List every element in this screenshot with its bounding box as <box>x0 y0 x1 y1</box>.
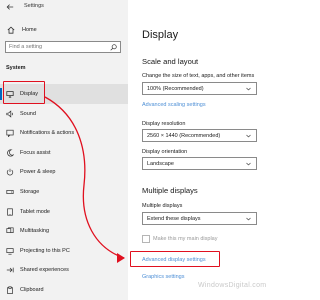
clipboard-icon <box>6 286 14 294</box>
sidebar-item-clipboard[interactable]: Clipboard <box>0 280 128 300</box>
multitasking-icon <box>6 227 14 235</box>
multiple-displays-value: Extend these displays <box>147 216 201 222</box>
section-title: System <box>6 65 26 71</box>
sidebar-nav: Display Sound Notifications & actions Fo… <box>0 84 128 300</box>
projecting-icon <box>6 247 14 255</box>
sidebar-item-focus-assist[interactable]: Focus assist <box>0 143 128 163</box>
multiple-displays-heading: Multiple displays <box>142 186 198 195</box>
resolution-dropdown[interactable]: 2560 × 1440 (Recommended) <box>142 129 257 142</box>
chevron-down-icon <box>246 134 251 138</box>
sidebar-item-power-sleep[interactable]: Power & sleep <box>0 162 128 182</box>
advanced-display-highlight-box <box>130 251 220 267</box>
sidebar-item-label: Clipboard <box>20 286 44 293</box>
sidebar-item-sound[interactable]: Sound <box>0 104 128 124</box>
sidebar-item-label: Power & sleep <box>20 169 56 176</box>
size-value: 100% (Recommended) <box>147 86 204 92</box>
notifications-icon <box>6 129 14 138</box>
search-input[interactable] <box>9 42 109 52</box>
sidebar-item-tablet-mode[interactable]: Tablet mode <box>0 202 128 222</box>
scale-layout-heading: Scale and layout <box>142 57 199 66</box>
sidebar-item-shared-experiences[interactable]: Shared experiences <box>0 260 128 280</box>
chevron-down-icon <box>246 162 251 166</box>
sidebar-item-label: Multitasking <box>20 228 50 235</box>
multiple-displays-label: Multiple displays <box>142 203 183 209</box>
orientation-value: Landscape <box>147 161 174 167</box>
moon-icon <box>6 149 14 157</box>
chevron-down-icon <box>246 87 251 91</box>
sidebar-item-label: Storage <box>20 188 40 195</box>
resolution-label: Display resolution <box>142 121 186 127</box>
home-icon <box>7 26 15 34</box>
speaker-icon <box>6 110 14 118</box>
chevron-down-icon <box>246 217 251 221</box>
display-highlight-box <box>3 81 45 104</box>
sidebar-item-multitasking[interactable]: Multitasking <box>0 221 128 241</box>
tablet-icon <box>6 208 14 216</box>
sidebar-item-label: Shared experiences <box>20 267 69 274</box>
title-bar: Settings <box>0 0 128 14</box>
window-title: Settings <box>24 3 44 9</box>
orientation-dropdown[interactable]: Landscape <box>142 157 257 170</box>
sidebar-item-label: Focus assist <box>20 149 51 156</box>
main-display-label: Make this my main display <box>153 236 218 242</box>
sidebar-item-projecting[interactable]: Projecting to this PC <box>0 241 128 261</box>
home-label[interactable]: Home <box>22 27 37 33</box>
orientation-label: Display orientation <box>142 149 188 155</box>
main-display-checkbox[interactable] <box>142 235 150 243</box>
storage-icon <box>6 188 14 196</box>
sidebar-item-label: Projecting to this PC <box>20 247 70 254</box>
power-icon <box>6 168 14 176</box>
search-box[interactable] <box>5 41 121 53</box>
page-title: Display <box>142 29 179 41</box>
multiple-displays-dropdown[interactable]: Extend these displays <box>142 212 257 225</box>
sidebar-item-label: Tablet mode <box>20 208 50 215</box>
sidebar-item-label: Sound <box>20 110 36 117</box>
back-arrow-icon[interactable] <box>6 3 14 11</box>
search-icon[interactable] <box>110 44 117 51</box>
size-label: Change the size of text, apps, and other… <box>142 73 255 79</box>
size-dropdown[interactable]: 100% (Recommended) <box>142 82 257 95</box>
sidebar-item-storage[interactable]: Storage <box>0 182 128 202</box>
sidebar-item-notifications[interactable]: Notifications & actions <box>0 123 128 143</box>
sidebar-item-label: Notifications & actions <box>20 130 75 137</box>
watermark: WindowsDigital.com <box>198 282 267 289</box>
shared-icon <box>6 266 14 274</box>
graphics-settings-link[interactable]: Graphics settings <box>142 274 185 280</box>
sidebar: Settings Home System Display Sound <box>0 0 128 300</box>
resolution-value: 2560 × 1440 (Recommended) <box>147 133 221 139</box>
advanced-scaling-link[interactable]: Advanced scaling settings <box>142 102 206 108</box>
